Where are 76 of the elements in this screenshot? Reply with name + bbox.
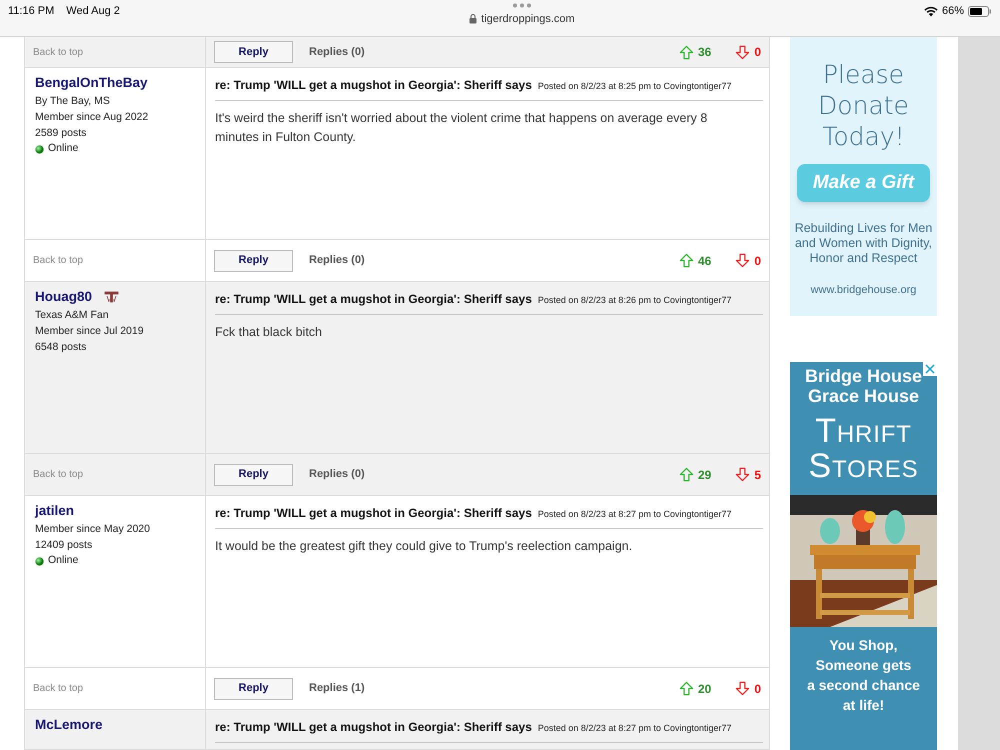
ad-headline: Thrift (815, 414, 912, 450)
post-date: Posted on 8/2/23 at 8:27 pm to Covingtontiger77 (538, 722, 732, 735)
url-text[interactable]: tigerdroppings.com (481, 11, 575, 28)
thumbs-down-arrow-icon[interactable] (735, 44, 750, 60)
back-to-top-link[interactable]: Back to top (33, 681, 84, 696)
online-dot-icon (35, 144, 44, 154)
ad-tagline: Someone gets (816, 656, 912, 676)
post-title: re: Trump 'WILL get a mugshot in Georgia': Sheriff says (215, 77, 532, 94)
post-title: re: Trump 'WILL get a mugshot in Georgia': Sheriff says (215, 505, 532, 522)
downvote-count: 0 (754, 680, 761, 698)
username-link[interactable]: Houag80 (35, 287, 92, 308)
ad-store-name: Grace House (808, 386, 920, 406)
replies-link[interactable]: Replies (0) (309, 44, 365, 60)
clock: 11:16 PM (8, 4, 54, 19)
ad-headline: Donate (818, 90, 909, 121)
username-link[interactable]: BengalOnTheBay (35, 73, 148, 94)
username-link[interactable]: McLemore (35, 715, 103, 736)
donate-ad[interactable]: Please Donate Today! Make a Gift Rebuilding Lives for Men and Women with Dignity, Honor and Respect www.bridgehouse.org (790, 37, 937, 316)
downvote-count: 0 (754, 44, 761, 61)
thumbs-up-arrow-icon[interactable] (678, 681, 694, 696)
ad-headline: Please (822, 59, 904, 90)
upvote-count: 46 (698, 252, 712, 270)
post-date: Posted on 8/2/23 at 8:27 pm to Covingtontiger77 (538, 508, 732, 521)
battery-icon (968, 6, 992, 17)
ad-headline: Today! (822, 121, 905, 152)
post-body: It would be the greatest gift they could give to Trump's reelection campaign. (215, 538, 634, 555)
reply-button[interactable]: Reply (214, 464, 293, 486)
replies-link[interactable]: Replies (0) (309, 252, 365, 269)
post-body: It's weird the sheriff isn't worried about the violent crime that happens on average every 8 minutes in Fulton County. (215, 110, 708, 146)
battery-percent: 66% (942, 4, 964, 19)
online-status: Online (48, 141, 78, 156)
member-info: By The Bay, MS (35, 94, 111, 110)
member-info: 6548 posts (35, 340, 88, 356)
post-body: Fck that black bitch (215, 324, 323, 341)
post-title: re: Trump 'WILL get a mugshot in Georgia': Sheriff says (215, 291, 532, 308)
thumbs-up-arrow-icon[interactable] (678, 467, 694, 482)
thumbs-up-arrow-icon[interactable] (678, 44, 694, 60)
upvote-count: 29 (698, 466, 712, 484)
reply-button[interactable]: Reply (214, 250, 293, 272)
online-status: Online (48, 553, 78, 568)
post-title: re: Trump 'WILL get a mugshot in Georgia': Sheriff says (215, 719, 532, 736)
member-info: Member since Aug 2022 (35, 110, 150, 126)
reply-button[interactable]: Reply (214, 678, 293, 700)
ad-tagline: You Shop, (829, 636, 898, 656)
ad-tagline: Rebuilding Lives for Men and Women with Dignity, Honor and Respect (794, 221, 934, 266)
ad-url[interactable]: www.bridgehouse.org (810, 282, 916, 298)
downvote-count: 0 (754, 252, 761, 270)
post-date: Posted on 8/2/23 at 8:25 pm to Covingtontiger77 (538, 80, 732, 93)
thumbs-down-arrow-icon[interactable] (735, 681, 750, 696)
more-dots-icon[interactable] (512, 3, 532, 8)
thumbs-up-arrow-icon[interactable] (678, 253, 694, 268)
downvote-count: 5 (754, 466, 761, 484)
date: Wed Aug 2 (66, 4, 120, 19)
member-info: 12409 posts (35, 538, 94, 554)
wifi-icon (924, 6, 938, 17)
member-info: Member since May 2020 (35, 522, 151, 538)
username-link[interactable]: jatilen (35, 501, 74, 522)
member-info: Member since Jul 2019 (35, 324, 145, 340)
ad-headline: Stores (808, 449, 919, 484)
upvote-count: 36 (698, 44, 712, 61)
post-date: Posted on 8/2/23 at 8:26 pm to Covingtontiger77 (538, 294, 732, 307)
online-dot-icon (35, 556, 44, 566)
ad-tagline: at life! (842, 696, 884, 716)
thrift-store-ad[interactable]: Bridge House Grace House Thrift Stores You Shop, Someone gets a second chance at life! (790, 362, 937, 750)
lock-icon (469, 14, 478, 24)
ad-tagline: a second chance (807, 676, 920, 696)
back-to-top-link[interactable]: Back to top (33, 253, 84, 268)
thumbs-down-arrow-icon[interactable] (735, 467, 750, 482)
reply-button[interactable]: Reply (214, 41, 293, 63)
replies-link[interactable]: Replies (0) (309, 466, 365, 483)
ad-store-name: Bridge House (804, 366, 922, 386)
member-info: Texas A&M Fan (35, 308, 110, 324)
replies-link[interactable]: Replies (1) (309, 680, 365, 697)
member-info: 2589 posts (35, 126, 88, 142)
thumbs-down-arrow-icon[interactable] (735, 253, 750, 268)
upvote-count: 20 (698, 680, 712, 698)
